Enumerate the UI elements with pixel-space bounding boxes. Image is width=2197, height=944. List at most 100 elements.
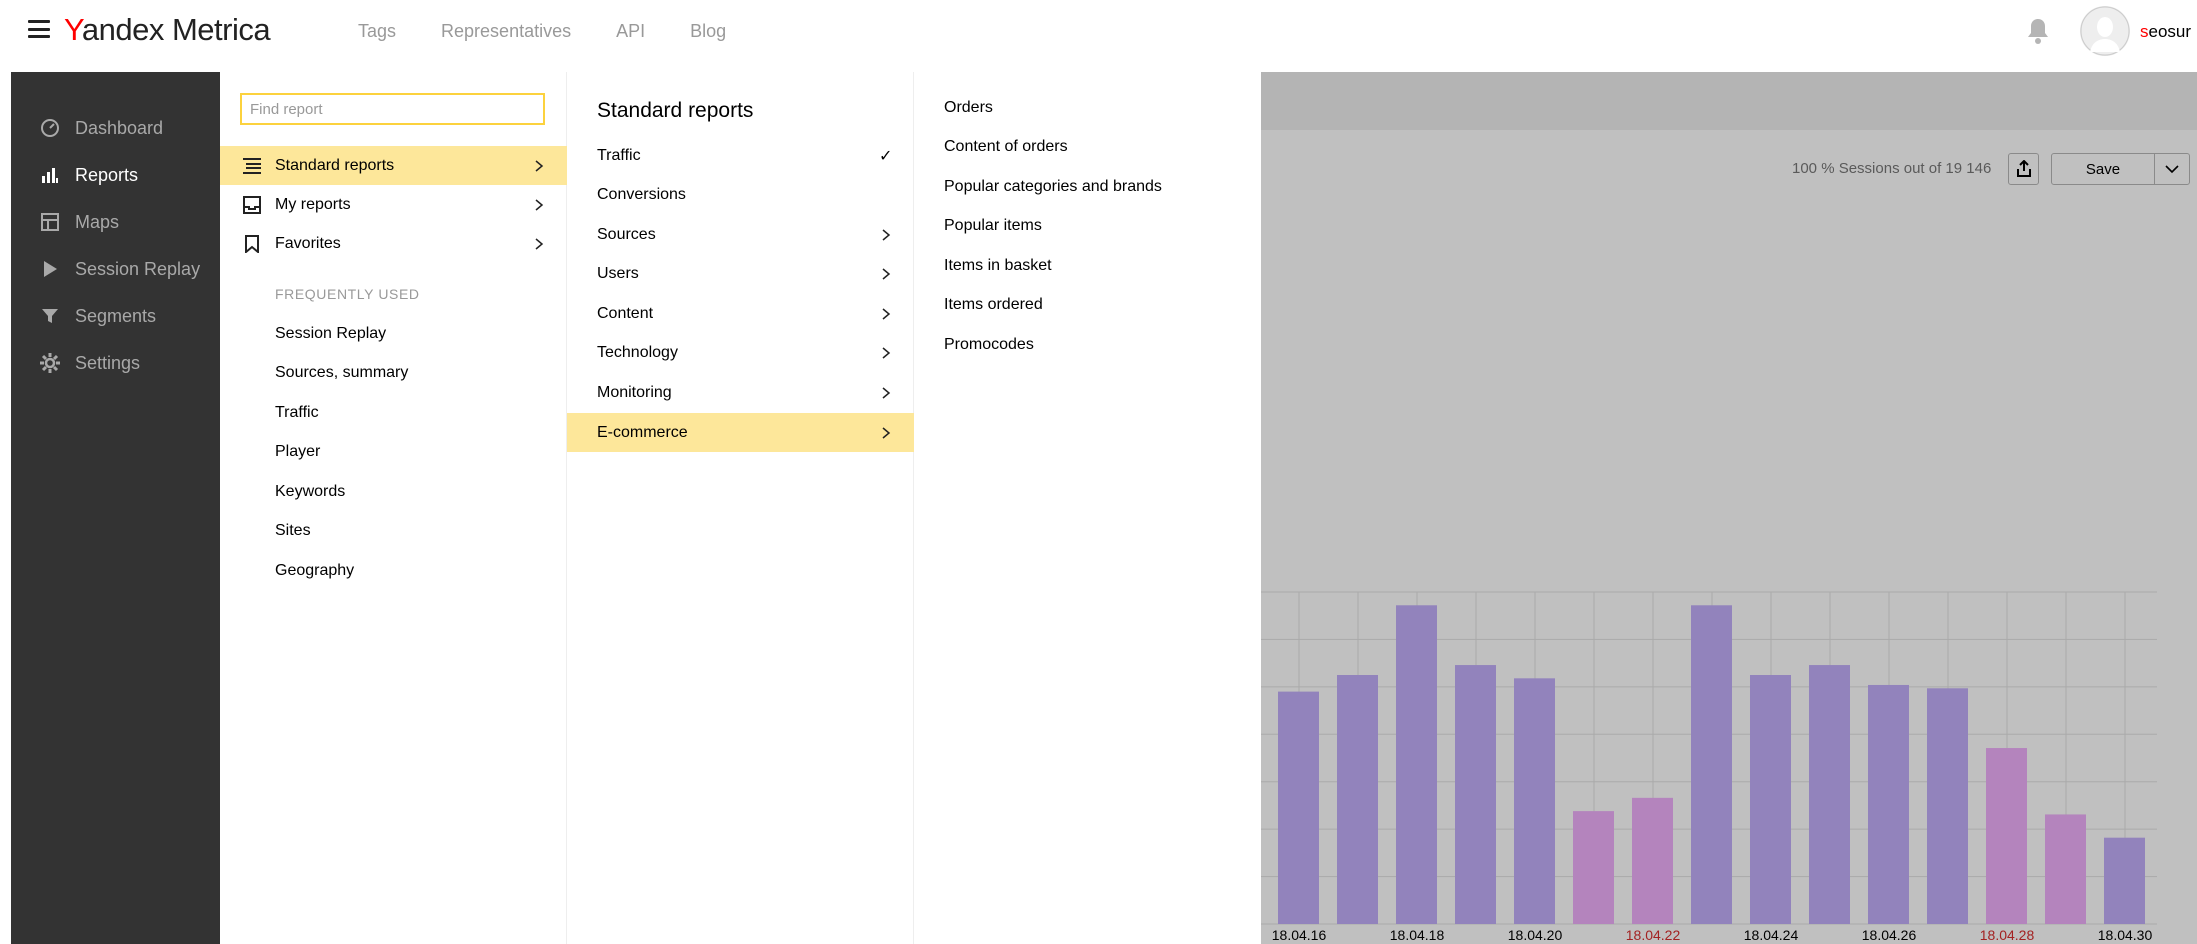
username-first-letter: s <box>2140 22 2149 41</box>
frequent-item[interactable]: Player <box>275 443 320 461</box>
top-nav: Tags Representatives API Blog <box>358 21 771 42</box>
chart-bar[interactable] <box>1573 811 1614 924</box>
standard-reports-panel: Standard reports Traffic ✓ Conversions S… <box>567 72 914 944</box>
report-item-label: Sources <box>597 225 656 243</box>
report-content-overlay: 100 % Sessions out of 19 146 Save 18.04.… <box>1261 72 2197 944</box>
chevron-right-icon <box>882 346 891 359</box>
yandex-metrica-logo[interactable]: Yandex Metrica <box>64 12 271 48</box>
x-tick-label: 18.04.22 <box>1626 927 1681 943</box>
report-item-sources[interactable]: Sources <box>567 215 914 254</box>
chart-bar[interactable] <box>1396 605 1437 924</box>
chevron-right-icon <box>882 307 891 320</box>
x-tick-label: 18.04.20 <box>1508 927 1563 943</box>
sidebar-item-segments[interactable]: Segments <box>11 296 220 336</box>
report-item-label: Monitoring <box>597 383 672 401</box>
menu-item-standard-reports[interactable]: Standard reports <box>220 146 567 185</box>
bar-chart-icon <box>39 164 61 186</box>
sidebar-item-label: Settings <box>75 352 141 373</box>
sidebar-item-label: Maps <box>75 211 120 232</box>
hamburger-menu-icon[interactable] <box>28 20 50 38</box>
chevron-right-icon <box>882 267 891 280</box>
bell-icon[interactable] <box>2026 17 2050 45</box>
nav-tags[interactable]: Tags <box>358 21 396 42</box>
x-tick-label: 18.04.18 <box>1390 927 1445 943</box>
report-item-users[interactable]: Users <box>567 254 914 293</box>
chart-bar[interactable] <box>1337 675 1378 924</box>
frequent-item[interactable]: Sources, summary <box>275 364 408 382</box>
sidebar-item-session-replay[interactable]: Session Replay <box>11 249 220 289</box>
sidebar-item-settings[interactable]: Settings <box>11 343 220 383</box>
chart-bar[interactable] <box>1278 691 1319 924</box>
report-item-label: Content <box>597 304 654 322</box>
sidebar-item-reports[interactable]: Reports <box>11 155 220 195</box>
nav-blog[interactable]: Blog <box>690 21 726 42</box>
username[interactable]: seosur <box>2140 22 2191 42</box>
nav-representatives[interactable]: Representatives <box>441 21 571 42</box>
report-item-label: Conversions <box>597 185 686 203</box>
frequent-item[interactable]: Keywords <box>275 483 345 501</box>
sidebar-item-maps[interactable]: Maps <box>11 202 220 242</box>
ecommerce-item[interactable]: Items ordered <box>944 296 1043 314</box>
save-options-button[interactable] <box>2154 153 2190 185</box>
export-button[interactable] <box>2008 153 2039 185</box>
gauge-icon <box>39 117 61 139</box>
report-item-content[interactable]: Content <box>567 294 914 333</box>
panel-title: Standard reports <box>597 99 754 122</box>
menu-item-label: My reports <box>275 195 351 213</box>
chart-bar[interactable] <box>1514 678 1555 924</box>
report-item-traffic[interactable]: Traffic ✓ <box>567 136 914 175</box>
sessions-sample-text: 100 % Sessions out of 19 146 <box>1792 160 1992 177</box>
frequent-item[interactable]: Sites <box>275 522 311 540</box>
ecommerce-item[interactable]: Popular items <box>944 217 1042 235</box>
report-item-conversions[interactable]: Conversions <box>567 175 914 214</box>
report-item-technology[interactable]: Technology <box>567 333 914 372</box>
play-icon <box>39 258 61 280</box>
x-tick-label: 18.04.28 <box>1980 927 2035 943</box>
top-bar: Yandex Metrica Tags Representatives API … <box>0 0 2197 72</box>
report-item-label: Traffic <box>597 146 641 164</box>
report-item-label: Technology <box>597 343 678 361</box>
chevron-right-icon <box>882 228 891 241</box>
ecommerce-item[interactable]: Popular categories and brands <box>944 178 1162 196</box>
ecommerce-item[interactable]: Promocodes <box>944 336 1034 354</box>
menu-item-label: Standard reports <box>275 156 395 174</box>
sidebar-item-dashboard[interactable]: Dashboard <box>11 108 220 148</box>
user-avatar[interactable] <box>2080 6 2130 56</box>
find-report-input[interactable]: Find report <box>240 93 545 125</box>
map-icon <box>39 211 61 233</box>
report-item-monitoring[interactable]: Monitoring <box>567 373 914 412</box>
content-header-strip <box>1261 72 2197 130</box>
chart-bar[interactable] <box>1455 665 1496 924</box>
chart-bar[interactable] <box>1868 684 1909 924</box>
ecommerce-item[interactable]: Items in basket <box>944 257 1052 275</box>
chart-bar[interactable] <box>1927 688 1968 924</box>
chart-bar[interactable] <box>1691 605 1732 924</box>
nav-api[interactable]: API <box>616 21 645 42</box>
export-icon <box>2016 160 2031 177</box>
sidebar-item-label: Segments <box>75 305 157 326</box>
gear-icon <box>39 352 61 374</box>
x-tick-label: 18.04.26 <box>1862 927 1917 943</box>
username-rest: eosur <box>2148 22 2192 41</box>
chart-bar[interactable] <box>1750 675 1791 924</box>
bookmark-icon <box>242 234 262 254</box>
frequent-item[interactable]: Geography <box>275 562 354 580</box>
chart-bar[interactable] <box>2045 814 2086 924</box>
logo-letter: Y <box>64 12 82 47</box>
frequent-item[interactable]: Session Replay <box>275 325 386 343</box>
chart-bar[interactable] <box>1632 797 1673 924</box>
chart-bar[interactable] <box>2104 837 2145 924</box>
menu-item-my-reports[interactable]: My reports <box>220 185 567 224</box>
save-button[interactable]: Save <box>2051 153 2155 185</box>
chart-bar[interactable] <box>1809 665 1850 924</box>
chevron-right-icon <box>535 159 544 172</box>
report-item-ecommerce[interactable]: E-commerce <box>567 413 914 452</box>
chart-bar[interactable] <box>1986 748 2027 924</box>
ecommerce-item[interactable]: Orders <box>944 99 993 117</box>
frequent-item[interactable]: Traffic <box>275 404 319 422</box>
ecommerce-item[interactable]: Content of orders <box>944 138 1068 156</box>
menu-item-favorites[interactable]: Favorites <box>220 224 567 263</box>
inbox-icon <box>242 195 262 215</box>
chevron-right-icon <box>882 426 891 439</box>
chevron-right-icon <box>882 386 891 399</box>
